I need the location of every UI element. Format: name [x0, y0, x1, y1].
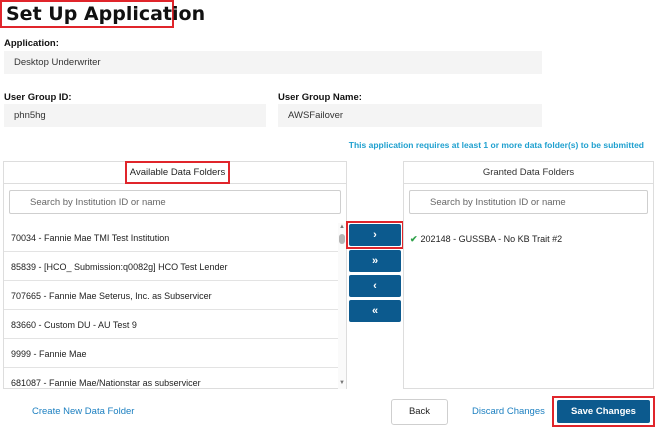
- page-title-highlight: Set Up Application: [0, 0, 205, 28]
- granted-folders-panel: Granted Data Folders ✔202148 - GUSSBA - …: [403, 161, 654, 389]
- available-folders-title: Available Data Folders: [125, 161, 230, 184]
- available-folders-list[interactable]: 70034 - Fannie Mae TMI Test Institution …: [4, 223, 346, 389]
- page-title: Set Up Application: [6, 3, 206, 25]
- granted-search-box[interactable]: [409, 190, 648, 214]
- move-all-button[interactable]: »: [349, 250, 401, 272]
- user-group-name-value: AWSFailover: [288, 110, 344, 121]
- available-scrollbar[interactable]: ▲ ▼: [338, 223, 346, 389]
- granted-list-item[interactable]: ✔ 202148 - GUSSBA - No KB Trait #2: [410, 234, 562, 245]
- scroll-down-icon[interactable]: ▼: [338, 379, 346, 387]
- discard-changes-link[interactable]: Discard Changes: [472, 406, 545, 417]
- check-icon: ✔: [410, 234, 418, 244]
- user-group-name-field: AWSFailover: [278, 104, 542, 127]
- create-data-folder-link[interactable]: Create New Data Folder: [32, 406, 134, 417]
- scroll-thumb[interactable]: [339, 234, 345, 244]
- back-button[interactable]: Back: [391, 399, 448, 425]
- scroll-up-icon[interactable]: ▲: [338, 223, 346, 231]
- list-item[interactable]: 83660 - Custom DU - AU Test 9: [4, 310, 338, 339]
- list-item[interactable]: 85839 - [HCO_ Submission:q0082g] HCO Tes…: [4, 252, 338, 281]
- application-label: Application:: [4, 38, 59, 49]
- application-field: Desktop Underwriter: [4, 51, 542, 74]
- requirement-notice: This application requires at least 1 or …: [348, 140, 644, 150]
- available-search-input[interactable]: [10, 191, 340, 213]
- list-item[interactable]: 70034 - Fannie Mae TMI Test Institution: [4, 223, 338, 252]
- move-selected-button[interactable]: ›: [349, 224, 401, 246]
- list-item[interactable]: 707665 - Fannie Mae Seterus, Inc. as Sub…: [4, 281, 338, 310]
- user-group-id-value: phn5hg: [14, 110, 46, 121]
- granted-search-input[interactable]: [410, 191, 647, 213]
- granted-item-label: 202148 - GUSSBA - No KB Trait #2: [420, 234, 563, 244]
- save-changes-button[interactable]: Save Changes: [557, 400, 650, 423]
- user-group-id-field: phn5hg: [4, 104, 266, 127]
- list-item[interactable]: 9999 - Fannie Mae: [4, 339, 338, 368]
- available-search-box[interactable]: [9, 190, 341, 214]
- granted-folders-header: Granted Data Folders: [404, 162, 653, 184]
- remove-all-button[interactable]: «: [349, 300, 401, 322]
- list-item[interactable]: 681087 - Fannie Mae/Nationstar as subser…: [4, 368, 338, 389]
- remove-selected-button[interactable]: ‹: [349, 275, 401, 297]
- user-group-id-label: User Group ID:: [4, 92, 72, 103]
- application-value: Desktop Underwriter: [14, 57, 101, 68]
- available-folders-panel: 70034 - Fannie Mae TMI Test Institution …: [3, 161, 347, 389]
- user-group-name-label: User Group Name:: [278, 92, 362, 103]
